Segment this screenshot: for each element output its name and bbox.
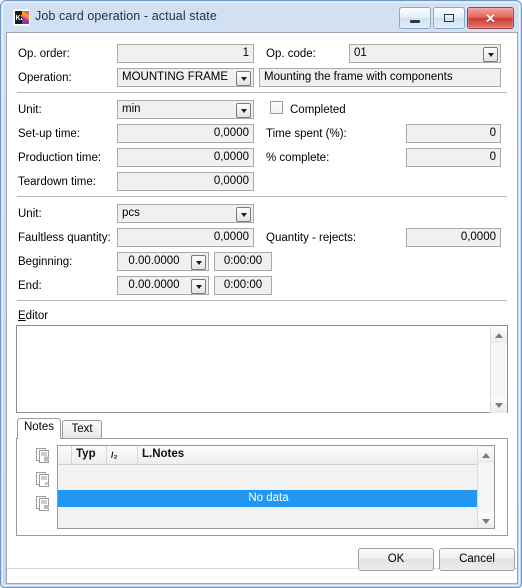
op-code-combobox[interactable]: 01 — [349, 44, 501, 63]
notes-panel: Typ /₂ L.Notes No data — [16, 438, 508, 536]
chevron-down-icon[interactable] — [191, 255, 206, 270]
minimize-icon — [410, 19, 420, 23]
chevron-down-icon[interactable] — [191, 279, 206, 294]
setup-time-label: Set-up time: — [18, 128, 80, 140]
percent-complete-label: % complete: — [266, 152, 330, 164]
time-spent-input[interactable]: 0 — [406, 124, 501, 143]
scroll-up-icon[interactable] — [491, 327, 507, 343]
notes-grid-scrollbar[interactable] — [477, 447, 494, 528]
maximize-button[interactable] — [433, 7, 465, 29]
scroll-down-icon[interactable] — [478, 513, 494, 528]
op-order-input[interactable]: 1 — [117, 44, 254, 63]
section-divider-1 — [17, 92, 507, 93]
completed-checkbox[interactable] — [270, 101, 283, 114]
op-order-label: Op. order: — [18, 48, 70, 60]
close-button[interactable]: ✕ — [467, 7, 514, 29]
section-divider-3 — [17, 300, 507, 301]
grid-header-type[interactable]: Typ — [72, 446, 107, 464]
new-note-icon[interactable] — [35, 447, 52, 464]
cancel-button[interactable]: Cancel — [439, 548, 515, 571]
close-icon: ✕ — [485, 10, 496, 26]
maximize-icon — [444, 14, 454, 22]
scroll-down-icon[interactable] — [491, 397, 507, 413]
editor-label-accel: E — [18, 310, 26, 322]
production-time-label: Production time: — [18, 152, 102, 164]
edit-note-icon[interactable] — [35, 471, 52, 488]
beginning-date-combobox[interactable]: 0.00.0000 — [117, 252, 209, 271]
op-code-label: Op. code: — [266, 48, 316, 60]
unit-time-combobox[interactable]: min — [117, 100, 254, 119]
editor-label: Editor — [18, 310, 48, 322]
grid-header-lnotes[interactable]: L.Notes — [138, 446, 479, 464]
tab-text[interactable]: Text — [62, 420, 102, 439]
percent-complete-input[interactable]: 0 — [406, 148, 501, 167]
copy-note-icon[interactable] — [35, 495, 52, 512]
editor-label-rest: ditor — [25, 310, 49, 322]
chevron-down-icon[interactable] — [236, 71, 251, 86]
unit-qty-combobox[interactable]: pcs — [117, 204, 254, 223]
teardown-time-input[interactable]: 0,0000 — [117, 172, 254, 191]
end-label: End: — [18, 280, 42, 292]
grid-header-sort[interactable]: /₂ — [107, 446, 138, 464]
title-bar[interactable]: K2 Job card operation - actual state ✕ — [3, 3, 519, 31]
editor-textarea[interactable] — [16, 325, 508, 413]
beginning-label: Beginning: — [18, 256, 73, 268]
operation-label: Operation: — [18, 72, 72, 84]
end-time-input[interactable]: 0:00:00 — [214, 276, 272, 295]
window-controls: ✕ — [399, 7, 514, 29]
unit-qty-label: Unit: — [18, 208, 42, 220]
grid-header-selector — [58, 446, 72, 464]
minimize-button[interactable] — [399, 7, 431, 29]
faultless-quantity-label: Faultless quantity: — [18, 232, 111, 244]
unit-time-label: Unit: — [18, 104, 42, 116]
notes-grid-header: Typ /₂ L.Notes — [58, 446, 479, 465]
chevron-down-icon[interactable] — [236, 207, 251, 222]
dialog-client-area: Op. order: 1 Op. code: 01 Operation: MOU… — [6, 32, 518, 584]
time-spent-label: Time spent (%): — [266, 128, 347, 140]
completed-label: Completed — [290, 104, 346, 116]
production-time-input[interactable]: 0,0000 — [117, 148, 254, 167]
operation-combobox[interactable]: MOUNTING FRAME — [117, 68, 254, 87]
editor-content[interactable] — [18, 327, 484, 411]
operation-description-input[interactable]: Mounting the frame with components — [259, 68, 501, 87]
faultless-quantity-input[interactable]: 0,0000 — [117, 228, 254, 247]
dialog-window: K2 Job card operation - actual state ✕ O… — [0, 0, 522, 588]
chevron-down-icon[interactable] — [483, 47, 498, 62]
scroll-up-icon[interactable] — [478, 447, 494, 463]
beginning-date-value: 0.00.0000 — [128, 255, 180, 267]
end-date-combobox[interactable]: 0.00.0000 — [117, 276, 209, 295]
section-divider-2 — [17, 196, 507, 197]
unit-time-value: min — [122, 103, 141, 115]
op-code-value: 01 — [354, 47, 367, 59]
grid-empty-row[interactable]: No data — [58, 490, 479, 507]
window-title: Job card operation - actual state — [35, 9, 217, 23]
unit-qty-value: pcs — [122, 207, 140, 219]
editor-scrollbar[interactable] — [490, 327, 507, 413]
teardown-time-label: Teardown time: — [18, 176, 96, 188]
operation-value: MOUNTING FRAME — [122, 71, 229, 83]
chevron-down-icon[interactable] — [236, 103, 251, 118]
setup-time-input[interactable]: 0,0000 — [117, 124, 254, 143]
end-date-value: 0.00.0000 — [128, 279, 180, 291]
beginning-time-input[interactable]: 0:00:00 — [214, 252, 272, 271]
ok-button[interactable]: OK — [358, 548, 434, 571]
tab-notes[interactable]: Notes — [17, 418, 61, 439]
notes-grid[interactable]: Typ /₂ L.Notes No data — [57, 445, 495, 529]
app-logo-icon: K2 — [13, 9, 30, 26]
quantity-rejects-input[interactable]: 0,0000 — [406, 228, 501, 247]
quantity-rejects-label: Quantity - rejects: — [266, 232, 357, 244]
